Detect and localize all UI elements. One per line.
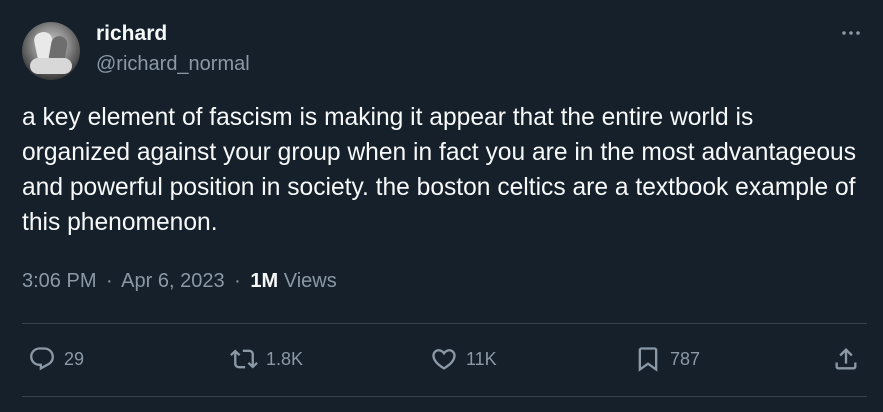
retweet-button[interactable]: 1.8K — [230, 338, 303, 380]
avatar[interactable] — [22, 22, 80, 80]
tweet-time[interactable]: 3:06 PM — [22, 270, 96, 292]
author-handle[interactable]: @richard_normal — [96, 53, 250, 76]
more-options-button[interactable] — [836, 18, 866, 48]
meta-separator: · — [234, 270, 241, 292]
reply-icon — [30, 347, 54, 371]
like-count: 11K — [466, 348, 497, 369]
heart-icon — [432, 349, 456, 370]
tweet-text: a key element of fascism is making it ap… — [22, 104, 856, 236]
reply-count: 29 — [64, 348, 85, 369]
meta-separator: · — [106, 270, 113, 292]
retweet-icon — [230, 349, 258, 369]
views-label: Views — [283, 270, 337, 292]
views-count: 1M — [250, 270, 279, 292]
action-bar: 29 1.8K 11K 787 — [22, 338, 867, 380]
more-horizontal-icon — [842, 31, 860, 35]
reply-button[interactable]: 29 — [28, 338, 84, 380]
bookmark-count: 787 — [670, 348, 701, 369]
tweet-date[interactable]: Apr 6, 2023 — [121, 270, 224, 292]
retweet-count: 1.8K — [266, 348, 304, 369]
tweet-metadata: 3:06 PM · Apr 6, 2023 · 1M Views — [22, 270, 337, 293]
divider — [22, 396, 867, 397]
author-name[interactable]: richard — [96, 22, 167, 46]
bookmark-button[interactable]: 787 — [634, 338, 700, 380]
tweet-card: richard @richard_normal a key element of… — [0, 0, 883, 412]
divider — [22, 323, 867, 324]
avatar-figure — [30, 58, 72, 74]
like-button[interactable]: 11K — [430, 338, 497, 380]
bookmark-icon — [638, 347, 658, 372]
share-icon — [835, 348, 857, 370]
share-button[interactable] — [832, 338, 860, 380]
